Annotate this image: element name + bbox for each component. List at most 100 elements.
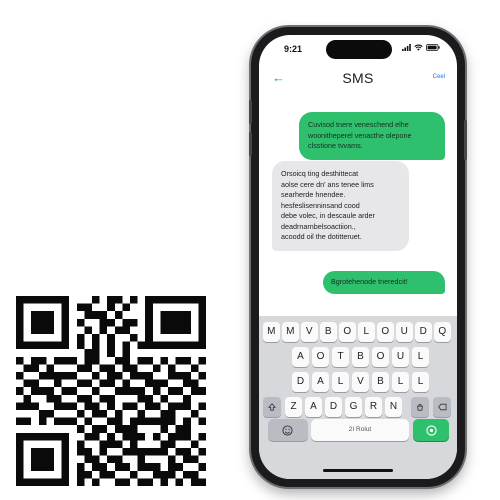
qr-module [99, 440, 108, 448]
qr-module [152, 417, 161, 426]
key[interactable]: R [365, 397, 382, 417]
key[interactable]: L [392, 372, 409, 392]
qr-module [84, 364, 92, 372]
key[interactable]: U [396, 322, 413, 342]
qr-module [152, 341, 161, 350]
key[interactable]: O [372, 347, 389, 367]
qr-module [16, 417, 24, 426]
key[interactable]: A [312, 372, 329, 392]
qr-module [122, 303, 130, 312]
key[interactable]: V [301, 322, 318, 342]
key[interactable]: U [392, 347, 409, 367]
qr-module [183, 448, 191, 456]
key[interactable]: G [345, 397, 362, 417]
key[interactable]: D [415, 322, 432, 342]
home-indicator [323, 469, 393, 472]
wifi-icon [414, 44, 423, 51]
qr-module [76, 394, 85, 403]
qr-module [198, 387, 206, 395]
key[interactable]: Z [285, 397, 302, 417]
qr-module [54, 417, 62, 426]
message-bubble-outgoing[interactable]: Cuvisod tnere veneschend elhe woonithepe… [299, 112, 445, 160]
message-bubble-incoming[interactable]: Orsoicq ting desthittecat aolse cere dn'… [272, 161, 409, 251]
qr-module [160, 318, 168, 327]
phone-screen: 9:21 ← SMS Ceel Cuvisod tnere veneschend… [259, 35, 457, 479]
volume-down-button [249, 132, 252, 156]
qr-module [114, 463, 123, 471]
key[interactable]: Q [434, 322, 451, 342]
qr-module [99, 425, 108, 433]
qr-module [54, 432, 62, 441]
qr-module [16, 296, 24, 304]
qr-module [69, 387, 77, 395]
qr-module [54, 402, 62, 410]
key[interactable]: M [282, 322, 299, 342]
qr-module [76, 410, 85, 418]
qr-module [31, 448, 39, 456]
backspace-key[interactable] [433, 397, 451, 417]
qr-module [130, 318, 138, 327]
qr-module [16, 448, 24, 456]
key[interactable]: O [377, 322, 394, 342]
send-button[interactable] [413, 419, 449, 441]
emoji-key[interactable] [411, 397, 429, 417]
qr-module [190, 364, 199, 372]
qr-module [16, 326, 24, 334]
qr-module [183, 402, 191, 410]
key[interactable]: B [352, 347, 369, 367]
qr-module [122, 349, 130, 357]
nav-action-link[interactable]: Ceel [433, 74, 445, 80]
key[interactable]: T [332, 347, 349, 367]
qr-module [168, 296, 176, 304]
key[interactable]: B [372, 372, 389, 392]
qr-module [69, 356, 77, 365]
qr-module [137, 432, 146, 441]
qr-module [145, 372, 153, 380]
qr-module [168, 372, 176, 380]
dynamic-island [326, 40, 392, 59]
key[interactable]: D [325, 397, 342, 417]
space-key[interactable]: 2I Rolut [311, 419, 409, 441]
qr-module [61, 341, 70, 350]
key[interactable]: N [385, 397, 402, 417]
message-line: woonitheperel venacthe olepone [308, 130, 412, 140]
qr-module [23, 417, 32, 426]
qr-module [145, 448, 153, 456]
qr-module [183, 425, 191, 433]
globe-key[interactable] [268, 419, 308, 441]
qr-module [114, 387, 123, 395]
qr-module [46, 372, 54, 380]
qr-module [61, 432, 70, 441]
qr-module [92, 425, 100, 433]
shift-key[interactable] [263, 397, 281, 417]
key[interactable]: O [312, 347, 329, 367]
qr-module [92, 372, 100, 380]
qr-module [130, 364, 138, 372]
qr-module [168, 341, 176, 350]
qr-module [183, 394, 191, 403]
qr-module [130, 387, 138, 395]
qr-module [84, 379, 92, 388]
qr-module [54, 394, 62, 403]
key[interactable]: L [412, 347, 429, 367]
qr-module [137, 394, 146, 403]
page-title: SMS [342, 70, 374, 86]
message-bubble-outgoing[interactable]: Bgrotehenode tneredcit! [323, 271, 445, 294]
bag-icon [417, 403, 423, 411]
qr-module [145, 402, 153, 410]
key[interactable]: O [339, 322, 356, 342]
key[interactable]: A [305, 397, 322, 417]
key[interactable]: L [358, 322, 375, 342]
key[interactable]: L [332, 372, 349, 392]
key[interactable]: L [412, 372, 429, 392]
key[interactable]: M [263, 322, 280, 342]
qr-module [130, 372, 138, 380]
message-line: hesfeslisenninsand cood [281, 200, 360, 210]
qr-module [92, 463, 100, 471]
qr-module [160, 356, 168, 365]
key[interactable]: D [292, 372, 309, 392]
qr-module [122, 364, 130, 372]
key[interactable]: V [352, 372, 369, 392]
key[interactable]: A [292, 347, 309, 367]
key[interactable]: B [320, 322, 337, 342]
